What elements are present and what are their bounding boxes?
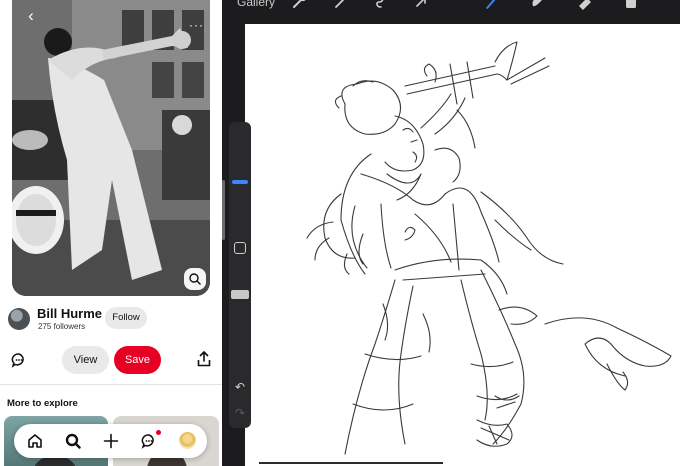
save-button[interactable]: Save — [114, 346, 161, 374]
follower-count: 275 followers — [38, 322, 86, 331]
brush-opacity-slider[interactable] — [231, 290, 249, 299]
plus-icon[interactable] — [103, 433, 119, 449]
creator-name[interactable]: Bill Hurme — [37, 306, 102, 321]
magic-wand-icon[interactable] — [333, 0, 349, 10]
transform-icon[interactable] — [413, 0, 429, 10]
search-icon[interactable] — [65, 433, 81, 449]
lens-icon[interactable] — [184, 268, 206, 290]
toolbar: Gallery — [225, 0, 680, 16]
share-icon[interactable] — [196, 351, 212, 367]
redo-icon[interactable]: ↷ — [233, 406, 247, 420]
eraser-icon[interactable] — [577, 0, 593, 10]
pinterest-panel: ‹ ··· Bill Hurme 275 followers Follow Vi… — [0, 0, 222, 466]
notification-badge — [156, 430, 161, 435]
drawing-canvas[interactable] — [245, 24, 680, 466]
wrench-icon[interactable] — [291, 0, 307, 10]
brush-sidebar: ↶ ↷ — [229, 122, 251, 428]
layers-icon[interactable] — [623, 0, 639, 10]
back-icon[interactable]: ‹ — [22, 7, 40, 26]
avatar[interactable] — [8, 308, 30, 330]
smudge-icon[interactable] — [529, 0, 545, 10]
brush-size-slider[interactable] — [230, 177, 250, 187]
home-indicator — [259, 462, 443, 464]
messages-icon[interactable] — [141, 433, 157, 449]
more-to-explore-heading: More to explore — [7, 398, 78, 409]
selection-icon[interactable] — [373, 0, 389, 10]
creator-row: Bill Hurme 275 followers Follow — [8, 306, 218, 334]
sketch-artwork — [306, 41, 672, 455]
brush-icon[interactable] — [483, 0, 499, 10]
comment-icon[interactable] — [11, 352, 27, 368]
drawing-app: Gallery ↶ ↷ — [225, 0, 680, 466]
pin-actions: View Save — [0, 346, 222, 374]
view-button[interactable]: View — [62, 346, 109, 374]
trumpet-player-photo — [12, 0, 210, 296]
gallery-button[interactable]: Gallery — [237, 0, 275, 9]
more-icon[interactable]: ··· — [189, 18, 204, 32]
bottom-navigation — [14, 424, 207, 458]
undo-icon[interactable]: ↶ — [233, 380, 247, 394]
modify-button[interactable] — [234, 242, 246, 254]
follow-button[interactable]: Follow — [105, 307, 147, 329]
pin-image[interactable]: ‹ ··· — [12, 0, 210, 296]
home-icon[interactable] — [27, 433, 43, 449]
divider — [0, 384, 222, 385]
profile-avatar[interactable] — [179, 432, 196, 449]
